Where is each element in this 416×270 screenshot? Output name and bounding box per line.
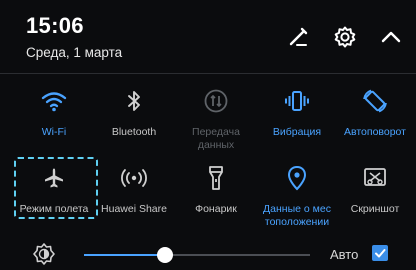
- auto-rotate-icon: [332, 86, 416, 116]
- wifi-icon: [11, 86, 97, 116]
- tile-screenshot[interactable]: Скриншот: [332, 163, 416, 216]
- tile-label: Bluetooth: [111, 126, 157, 138]
- mobile-data-icon: [173, 86, 259, 116]
- screenshot-icon: [332, 163, 416, 193]
- brightness-slider-fill: [84, 254, 166, 256]
- tile-label: Автоповорот: [344, 126, 406, 138]
- tile-location[interactable]: Данные о мес тоположении: [254, 163, 340, 229]
- tile-label: Wi-Fi: [41, 126, 67, 138]
- vibration-icon: [254, 86, 340, 116]
- tile-mobile-data[interactable]: Передача данных: [173, 86, 259, 152]
- flashlight-icon: [173, 163, 259, 193]
- auto-brightness-checkbox[interactable]: [372, 245, 388, 261]
- tile-wifi[interactable]: Wi-Fi: [11, 86, 97, 139]
- tile-flashlight[interactable]: Фонарик: [173, 163, 259, 216]
- airplane-mode-highlight: [14, 157, 98, 219]
- tile-bluetooth[interactable]: Bluetooth: [91, 86, 177, 139]
- location-pin-icon: [254, 163, 340, 193]
- settings-gear-icon[interactable]: [330, 22, 360, 52]
- chevron-up-icon[interactable]: [376, 22, 406, 52]
- tile-huawei-share[interactable]: Huawei Share: [91, 163, 177, 216]
- clock-time: 15:06: [26, 13, 84, 38]
- notification-header: 15:06 Среда, 1 марта: [0, 0, 416, 68]
- edit-icon[interactable]: [283, 22, 313, 52]
- bluetooth-icon: [91, 86, 177, 116]
- tile-label: Фонарик: [195, 203, 237, 215]
- brightness-icon: [33, 243, 55, 270]
- tile-label: Скриншот: [350, 203, 400, 215]
- huawei-share-icon: [91, 163, 177, 193]
- checkmark-icon: [375, 249, 386, 258]
- brightness-slider-thumb[interactable]: [157, 247, 174, 263]
- auto-brightness-label: Авто: [330, 247, 359, 262]
- brightness-slider[interactable]: [84, 247, 310, 263]
- date-label: Среда, 1 марта: [26, 45, 123, 60]
- tile-label: Huawei Share: [101, 203, 167, 215]
- tile-label: Передача данных: [192, 126, 240, 151]
- tile-vibration[interactable]: Вибрация: [254, 86, 340, 139]
- tile-auto-rotate[interactable]: Автоповорот: [332, 86, 416, 139]
- tile-label: Данные о мес тоположении: [263, 203, 331, 228]
- tile-label: Вибрация: [272, 126, 322, 138]
- brightness-control: Авто: [0, 240, 416, 268]
- header-divider: [0, 73, 416, 74]
